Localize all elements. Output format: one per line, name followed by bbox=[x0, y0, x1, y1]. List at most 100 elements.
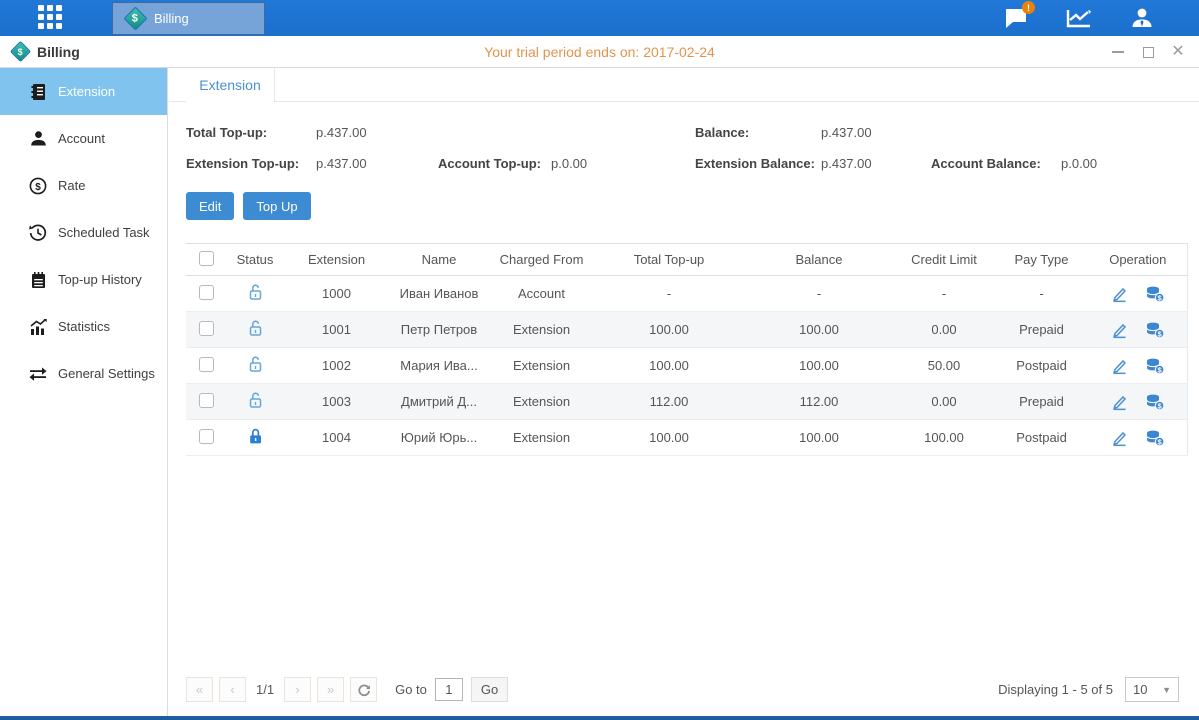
billing-app-tab-label: Billing bbox=[154, 11, 189, 26]
edit-row-icon[interactable] bbox=[1110, 285, 1128, 303]
table-row[interactable]: 1000 Иван Иванов Account - - - - bbox=[186, 276, 1187, 312]
sidebar-item-label: Account bbox=[58, 131, 105, 146]
last-page-button[interactable]: » bbox=[317, 677, 344, 702]
app-launcher-grid-icon[interactable] bbox=[38, 5, 68, 31]
go-button[interactable]: Go bbox=[471, 677, 508, 702]
billing-app-tab[interactable]: $ Billing bbox=[112, 2, 265, 35]
extension-topup-value: p.437.00 bbox=[316, 156, 438, 171]
extension-book-icon bbox=[29, 83, 47, 101]
top-up-row-icon[interactable]: $ bbox=[1145, 357, 1165, 375]
person-icon bbox=[1130, 6, 1154, 30]
top-up-row-icon[interactable]: $ bbox=[1145, 393, 1165, 411]
notification-badge: ! bbox=[1022, 1, 1035, 14]
edit-row-icon[interactable] bbox=[1110, 393, 1128, 411]
status-cell bbox=[226, 348, 284, 384]
edit-row-icon[interactable] bbox=[1110, 321, 1128, 339]
statistics-bars-icon bbox=[29, 318, 47, 336]
notifications-chat-icon[interactable]: ! bbox=[1003, 5, 1029, 31]
sidebar-item-label: Scheduled Task bbox=[58, 225, 150, 240]
name-cell: Иван Иванов bbox=[389, 276, 489, 312]
sidebar-item-statistics[interactable]: Statistics bbox=[0, 303, 167, 350]
scheduled-task-clock-icon bbox=[29, 224, 47, 242]
extension-cell: 1004 bbox=[284, 420, 389, 456]
top-up-button[interactable]: Top Up bbox=[243, 192, 310, 220]
window-title: Billing bbox=[37, 44, 80, 60]
pay-type-cell: Prepaid bbox=[994, 312, 1089, 348]
column-header-credit-limit: Credit Limit bbox=[894, 244, 994, 276]
trial-notice: Your trial period ends on: 2017-02-24 bbox=[0, 44, 1199, 60]
total-topup-cell: 100.00 bbox=[594, 312, 744, 348]
table-row[interactable]: 1001 Петр Петров Extension 100.00 100.00… bbox=[186, 312, 1187, 348]
pay-type-cell: - bbox=[994, 276, 1089, 312]
top-up-row-icon[interactable]: $ bbox=[1145, 285, 1165, 303]
chevron-down-icon: ▼ bbox=[1162, 685, 1171, 695]
credit-limit-cell: - bbox=[894, 276, 994, 312]
refresh-button[interactable] bbox=[350, 677, 377, 702]
prev-page-button[interactable]: ‹ bbox=[219, 677, 246, 702]
page-size-select[interactable]: 10 ▼ bbox=[1125, 677, 1179, 702]
table-row[interactable]: 1002 Мария Ива... Extension 100.00 100.0… bbox=[186, 348, 1187, 384]
page-indicator: 1/1 bbox=[256, 682, 274, 697]
balance-cell: - bbox=[744, 276, 894, 312]
row-checkbox[interactable] bbox=[199, 285, 214, 300]
total-topup-label: Total Top-up: bbox=[186, 125, 316, 140]
sidebar-item-account[interactable]: Account bbox=[0, 115, 167, 162]
billing-window-icon: $ bbox=[10, 41, 31, 62]
sidebar-item-general-settings[interactable]: General Settings bbox=[0, 350, 167, 397]
name-cell: Мария Ива... bbox=[389, 348, 489, 384]
pay-type-cell: Postpaid bbox=[994, 420, 1089, 456]
credit-limit-cell: 100.00 bbox=[894, 420, 994, 456]
sidebar-item-label: General Settings bbox=[58, 366, 155, 381]
tab-extension[interactable]: Extension bbox=[186, 68, 275, 102]
pagination-bar: « ‹ 1/1 › » Go to Go Displaying 1 - 5 of… bbox=[186, 677, 1179, 702]
sidebar-item-rate[interactable]: $ Rate bbox=[0, 162, 167, 209]
row-checkbox[interactable] bbox=[199, 393, 214, 408]
sidebar-item-label: Statistics bbox=[58, 319, 110, 334]
sidebar: Extension Account $ Rate Scheduled Task … bbox=[0, 68, 168, 716]
name-cell: Петр Петров bbox=[389, 312, 489, 348]
minimize-button[interactable] bbox=[1111, 45, 1125, 59]
sidebar-item-topup-history[interactable]: Top-up History bbox=[0, 256, 167, 303]
topup-history-notepad-icon bbox=[29, 271, 47, 289]
close-button[interactable]: ✕ bbox=[1171, 45, 1185, 59]
top-up-row-icon[interactable]: $ bbox=[1145, 321, 1165, 339]
table-row[interactable]: 1003 Дмитрий Д... Extension 112.00 112.0… bbox=[186, 384, 1187, 420]
first-page-button[interactable]: « bbox=[186, 677, 213, 702]
total-topup-cell: 112.00 bbox=[594, 384, 744, 420]
edit-row-icon[interactable] bbox=[1110, 357, 1128, 375]
extension-topup-label: Extension Top-up: bbox=[186, 156, 316, 171]
row-checkbox[interactable] bbox=[199, 321, 214, 336]
select-all-checkbox[interactable] bbox=[199, 251, 214, 266]
user-account-icon[interactable] bbox=[1129, 5, 1155, 31]
top-app-bar: $ Billing ! bbox=[0, 0, 1199, 36]
next-page-button[interactable]: › bbox=[284, 677, 311, 702]
charged-from-cell: Account bbox=[489, 276, 594, 312]
name-cell: Дмитрий Д... bbox=[389, 384, 489, 420]
table-header-row: Status Extension Name Charged From Total… bbox=[186, 244, 1187, 276]
sidebar-item-extension[interactable]: Extension bbox=[0, 68, 167, 115]
account-topup-label: Account Top-up: bbox=[438, 156, 551, 171]
maximize-button[interactable] bbox=[1141, 45, 1155, 59]
balance-cell: 100.00 bbox=[744, 312, 894, 348]
column-header-charged-from: Charged From bbox=[489, 244, 594, 276]
row-checkbox[interactable] bbox=[199, 357, 214, 372]
statistics-chart-topbar-icon[interactable] bbox=[1066, 5, 1092, 31]
total-topup-cell: 100.00 bbox=[594, 348, 744, 384]
total-topup-value: p.437.00 bbox=[316, 125, 438, 140]
edit-button[interactable]: Edit bbox=[186, 192, 234, 220]
credit-limit-cell: 50.00 bbox=[894, 348, 994, 384]
goto-page-input[interactable] bbox=[435, 678, 463, 701]
credit-limit-cell: 0.00 bbox=[894, 384, 994, 420]
row-checkbox[interactable] bbox=[199, 429, 214, 444]
sidebar-item-label: Top-up History bbox=[58, 272, 142, 287]
top-up-row-icon[interactable]: $ bbox=[1145, 429, 1165, 447]
charged-from-cell: Extension bbox=[489, 420, 594, 456]
billing-summary: Total Top-up: p.437.00 Balance: p.437.00… bbox=[186, 117, 1199, 179]
charged-from-cell: Extension bbox=[489, 312, 594, 348]
total-topup-cell: 100.00 bbox=[594, 420, 744, 456]
edit-row-icon[interactable] bbox=[1110, 429, 1128, 447]
balance-label: Balance: bbox=[695, 125, 821, 140]
sidebar-item-scheduled-task[interactable]: Scheduled Task bbox=[0, 209, 167, 256]
table-row[interactable]: 1004 Юрий Юрь... Extension 100.00 100.00… bbox=[186, 420, 1187, 456]
charged-from-cell: Extension bbox=[489, 384, 594, 420]
